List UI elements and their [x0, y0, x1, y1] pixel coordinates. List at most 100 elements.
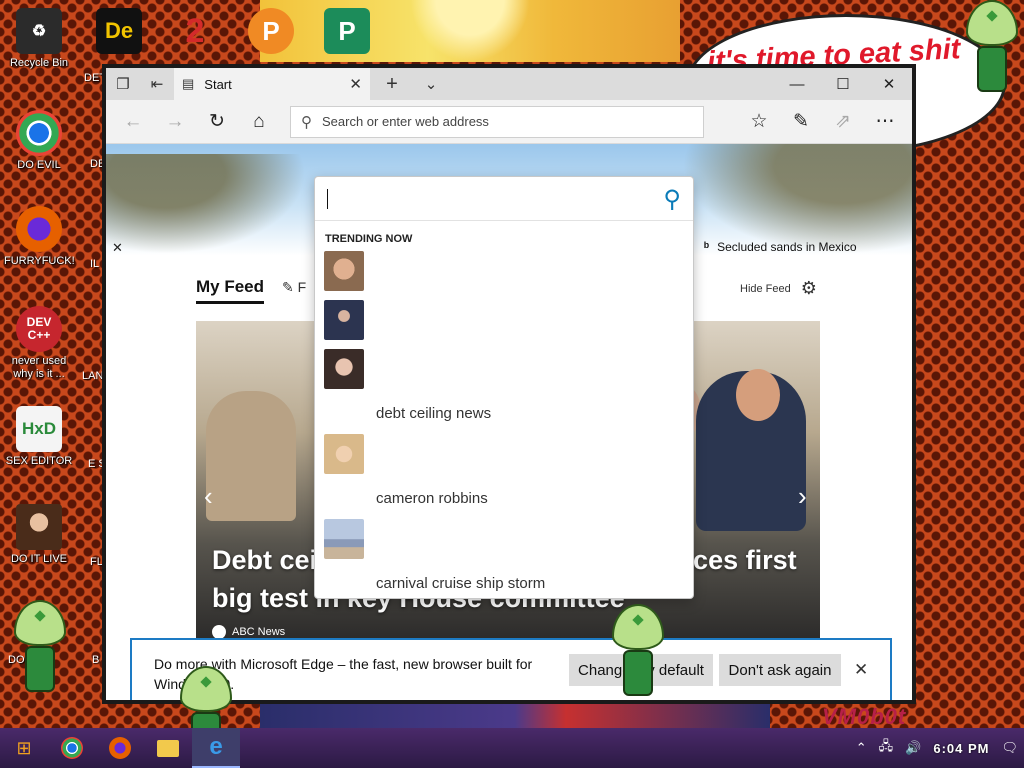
trending-item[interactable] — [324, 300, 364, 340]
minimize-button[interactable]: — — [774, 68, 820, 100]
trending-item[interactable]: carnival cruise ship storm — [370, 563, 545, 603]
trending-item[interactable] — [324, 434, 364, 474]
close-icon[interactable]: ✕ — [112, 240, 123, 256]
desktop-partial-label: FL — [90, 556, 103, 568]
trending-header: TRENDING NOW — [325, 233, 413, 245]
desktop-icon-chrome[interactable]: DO EVIL — [4, 110, 74, 172]
taskbar-firefox[interactable] — [96, 728, 144, 768]
feed-edit-label: F — [297, 279, 307, 295]
recycle-bin-icon: ♻ — [16, 8, 62, 54]
tab-actions-icon[interactable]: ❐ — [106, 68, 140, 100]
desktop-icon-label: SEX EDITOR — [5, 455, 73, 467]
hero-caption[interactable]: ᵇ Secluded sands in Mexico — [704, 239, 857, 254]
taskbar-file-explorer[interactable] — [144, 728, 192, 768]
taskbar-edge[interactable]: e — [192, 728, 240, 768]
desktop-icon-hxd[interactable]: HxD SEX EDITOR — [4, 406, 74, 468]
desktop-icon-portrait[interactable]: DO IT LIVE — [4, 504, 74, 566]
plus-icon[interactable]: + — [370, 68, 414, 100]
trending-item[interactable] — [324, 349, 364, 389]
trending-item[interactable]: debt ceiling news — [370, 393, 491, 433]
search-input[interactable]: ⚲ — [315, 177, 693, 221]
navigation-bar: ← → ↻ ⌂ ⚲ Search or enter web address ☆ … — [106, 100, 912, 144]
notification-icon[interactable]: 🗨 — [1001, 740, 1018, 756]
folder-icon — [157, 739, 179, 757]
photo-person — [736, 369, 780, 421]
chevron-right-icon[interactable]: › — [798, 481, 807, 512]
taskbar: ⊞ e ⌃ 🖧 🔊 6:04 PM 🗨 — [0, 728, 1024, 768]
desktop-icon-publisher[interactable]: P — [312, 8, 382, 57]
start-button[interactable]: ⊞ — [0, 728, 48, 768]
hide-feed-link[interactable]: Hide Feed — [740, 283, 791, 295]
forward-arrow-icon[interactable]: → — [154, 104, 196, 140]
desktop-icon-peach-paint[interactable]: P — [236, 8, 306, 57]
refresh-icon[interactable]: ↻ — [196, 104, 238, 140]
trending-thumbnail — [324, 519, 364, 559]
bing-icon: ᵇ — [704, 239, 710, 254]
hxd-icon: HxD — [16, 406, 62, 452]
tab-my-feed[interactable]: My Feed — [196, 277, 265, 304]
hide-feed-control: Hide Feed ⚙ — [740, 278, 817, 299]
photo-person — [206, 391, 296, 521]
desktop-icon-firefox[interactable]: FURRYFUCK! — [4, 206, 75, 268]
trending-thumbnail — [324, 434, 364, 474]
character-sticker — [10, 600, 70, 696]
desktop-partial-label: LAN — [82, 370, 104, 382]
character-sticker — [962, 0, 1022, 96]
edit-icon[interactable]: ✎ F — [282, 279, 306, 296]
desktop-icon-persuaded[interactable]: 2 — [160, 8, 230, 57]
dont-ask-again-button[interactable]: Don't ask again — [719, 654, 841, 686]
edge-browser-window: ❐ ⇤ ▤ Start ✕ + ⌄ — ☐ ✕ ← → ↻ ⌂ ⚲ Search… — [102, 64, 916, 704]
home-icon[interactable]: ⌂ — [238, 104, 280, 140]
clock[interactable]: 6:04 PM — [933, 741, 989, 756]
desktop-icon-label: never used why is it ... — [11, 355, 67, 380]
tab-title: Start — [204, 76, 232, 92]
trending-item[interactable]: cameron robbins — [370, 478, 488, 518]
close-icon[interactable]: ✕ — [854, 660, 868, 680]
desktop-icon-deltarune[interactable]: De — [84, 8, 154, 57]
desktop-icon-label: DO IT LIVE — [10, 553, 68, 565]
devcpp-icon: DEV C++ — [16, 306, 62, 352]
search-dropdown: ⚲ TRENDING NOW debt ceiling news cameron… — [314, 176, 694, 599]
gear-icon[interactable]: ⚙ — [801, 278, 817, 299]
close-icon[interactable]: ✕ — [349, 75, 362, 93]
chevron-left-icon[interactable]: ‹ — [204, 481, 213, 512]
more-icon[interactable]: ⋯ — [864, 104, 906, 140]
source-logo-icon — [212, 625, 226, 639]
share-icon[interactable]: ⇗ — [822, 104, 864, 140]
trending-item[interactable] — [324, 251, 364, 291]
text-cursor — [327, 189, 328, 209]
desktop-icon-recycle-bin[interactable]: ♻ Recycle Bin — [4, 8, 74, 70]
firefox-icon — [109, 737, 131, 759]
back-arrow-icon[interactable]: ← — [112, 104, 154, 140]
volume-icon[interactable]: 🔊 — [905, 740, 921, 756]
headline-part: ces first — [693, 545, 797, 575]
system-tray: ⌃ 🖧 🔊 6:04 PM 🗨 — [850, 728, 1024, 768]
address-bar[interactable]: ⚲ Search or enter web address — [290, 105, 704, 138]
default-browser-notification: Do more with Microsoft Edge – the fast, … — [130, 638, 892, 700]
set-aside-icon[interactable]: ⇤ — [140, 68, 174, 100]
favorites-icon[interactable]: ☆ — [738, 104, 780, 140]
chrome-icon — [16, 110, 62, 156]
new-tab-page: ✕ ᵇ Secluded sands in Mexico My Feed ✎ F… — [106, 144, 912, 700]
trending-item[interactable] — [324, 519, 364, 559]
paint-icon: P — [248, 8, 294, 54]
wallpaper-bottom-art — [260, 700, 770, 730]
network-icon[interactable]: 🖧 — [879, 737, 894, 759]
search-icon[interactable]: ⚲ — [663, 185, 681, 214]
watermark-text: VM0b0t — [822, 704, 907, 729]
edge-icon: e — [209, 733, 223, 760]
news-source-label: ABC News — [232, 626, 286, 638]
maximize-button[interactable]: ☐ — [820, 68, 866, 100]
page-icon: ▤ — [182, 76, 195, 91]
pen-icon[interactable]: ✎ — [780, 104, 822, 140]
chevron-down-icon[interactable]: ⌄ — [414, 68, 448, 100]
desktop-icon-devcpp[interactable]: DEV C++ never used why is it ... — [4, 306, 74, 381]
publisher-icon: P — [324, 8, 370, 54]
trending-thumbnail — [324, 300, 364, 340]
close-window-button[interactable]: ✕ — [866, 68, 912, 100]
chevron-up-icon[interactable]: ⌃ — [856, 740, 867, 756]
trending-text: debt ceiling news — [376, 404, 492, 422]
taskbar-chrome[interactable] — [48, 728, 96, 768]
firefox-icon — [16, 206, 62, 252]
tab-start[interactable]: ▤ Start ✕ — [174, 68, 370, 100]
